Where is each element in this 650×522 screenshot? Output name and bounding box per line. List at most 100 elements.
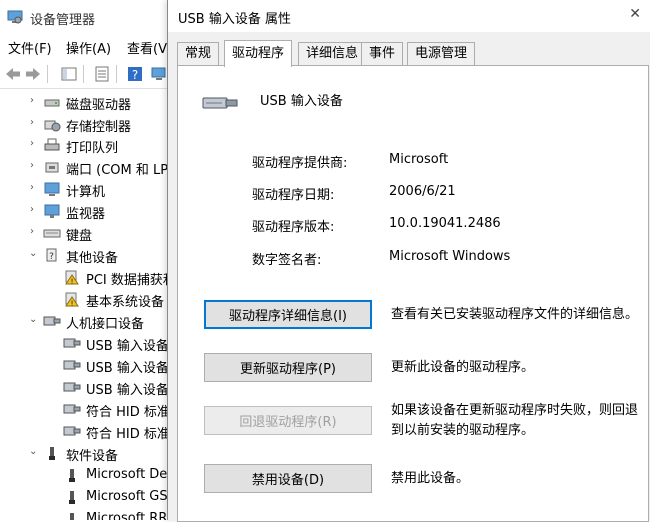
tab-driver[interactable]: 驱动程序 <box>224 40 293 67</box>
unknown-device-icon: ? <box>46 248 57 262</box>
device-manager-window: 设备管理器 文件(F) 操作(A) 查看(V ? › 磁盘驱动器 › 存储控制器… <box>0 0 172 520</box>
expand-chevron-icon[interactable]: › <box>30 138 34 149</box>
tree-node-label: 监视器 <box>66 207 106 222</box>
tree-node-label: 其他设备 <box>66 251 119 266</box>
forward-arrow-icon[interactable] <box>24 65 42 83</box>
menu-file[interactable]: 文件(F) <box>8 38 52 57</box>
device-manager-menubar: 文件(F) 操作(A) 查看(V <box>0 36 172 58</box>
port-icon <box>45 162 59 173</box>
device-manager-title: 设备管理器 <box>30 13 96 28</box>
svg-text:!: ! <box>71 300 74 308</box>
update-driver-description: 更新此设备的驱动程序。 <box>391 360 535 375</box>
tree-node-label: PCI 数据捕获和 <box>86 273 172 288</box>
expand-chevron-icon[interactable]: › <box>30 95 34 106</box>
tab-general[interactable]: 常规 <box>177 42 220 65</box>
toolbar-separator <box>116 65 117 83</box>
expand-chevron-icon[interactable]: › <box>30 204 34 215</box>
disk-icon <box>44 99 60 107</box>
digital-signer-label: 数字签名者: <box>252 253 322 268</box>
tree-node-label: 计算机 <box>66 185 106 200</box>
svg-text:!: ! <box>71 278 74 286</box>
monitor-icon <box>44 204 60 218</box>
warning-device-icon: ! <box>65 292 79 308</box>
tree-node-label: 符合 HID 标准 <box>86 427 170 442</box>
tree-node-label: USB 输入设备 <box>86 383 169 398</box>
driver-details-button[interactable]: 驱动程序详细信息(I) <box>204 300 372 329</box>
tree-node-label: 符合 HID 标准 <box>86 405 170 420</box>
software-device-icon <box>49 447 55 460</box>
usb-hid-device-icon <box>202 97 238 109</box>
tree-node-label: USB 输入设备 <box>86 361 169 376</box>
device-name: USB 输入设备 <box>260 94 343 109</box>
storage-controller-icon <box>44 120 61 132</box>
hid-device-icon <box>63 360 81 370</box>
tab-events[interactable]: 事件 <box>361 42 404 65</box>
driver-date-label: 驱动程序日期: <box>252 188 335 203</box>
collapse-chevron-icon[interactable]: ⌄ <box>29 314 37 325</box>
disable-device-button[interactable]: 禁用设备(D) <box>204 464 372 493</box>
driver-details-description: 查看有关已安装驱动程序文件的详细信息。 <box>391 307 639 322</box>
printer-icon <box>44 138 60 151</box>
hid-device-icon <box>63 338 81 348</box>
back-arrow-icon[interactable] <box>4 65 22 83</box>
tree-node-label: 基本系统设备 <box>86 295 165 310</box>
tree-node-label: USB 输入设备 <box>86 339 169 354</box>
driver-provider-label: 驱动程序提供商: <box>252 156 348 171</box>
tree-node-label: 键盘 <box>66 229 93 244</box>
tree-node-label: Microsoft RR <box>86 511 168 520</box>
dialog-titlebar[interactable]: USB 输入设备 属性 ✕ <box>168 0 650 32</box>
update-driver-button[interactable]: 更新驱动程序(P) <box>204 353 372 382</box>
hid-device-icon <box>63 404 81 414</box>
tab-details[interactable]: 详细信息 <box>298 42 367 65</box>
tree-node-label: 人机接口设备 <box>66 317 145 332</box>
disable-device-description: 禁用此设备。 <box>391 471 470 486</box>
driver-provider-value: Microsoft <box>389 152 449 167</box>
svg-text:?: ? <box>132 68 138 82</box>
driver-version-value: 10.0.19041.2486 <box>389 216 501 231</box>
software-device-icon <box>70 513 74 520</box>
hid-device-icon <box>63 426 81 436</box>
menu-action[interactable]: 操作(A) <box>66 38 111 57</box>
warning-device-icon: ! <box>65 270 79 286</box>
computer-icon <box>44 182 60 196</box>
properties-icon[interactable] <box>93 65 111 83</box>
toolbar-separator <box>47 65 48 83</box>
tree-node-label: 端口 (COM 和 LP <box>66 163 169 178</box>
software-device-icon <box>69 469 75 482</box>
tree-node-label: 磁盘驱动器 <box>66 98 132 113</box>
expand-chevron-icon[interactable]: › <box>30 160 34 171</box>
expand-chevron-icon[interactable]: › <box>30 226 34 237</box>
roll-back-driver-description: 如果该设备在更新驱动程序时失败，则回退到以前安装的驱动程序。 <box>391 403 639 438</box>
expand-chevron-icon[interactable]: › <box>30 117 34 128</box>
digital-signer-value: Microsoft Windows <box>389 249 511 264</box>
dialog-title: USB 输入设备 属性 <box>178 12 291 27</box>
tree-node-label: 打印队列 <box>66 141 119 156</box>
device-manager-titlebar: 设备管理器 <box>0 0 172 34</box>
hid-device-icon <box>63 382 81 392</box>
driver-version-label: 驱动程序版本: <box>252 220 335 235</box>
usb-input-device-properties-dialog: USB 输入设备 属性 ✕ 常规 驱动程序 详细信息 事件 电源管理 USB 输… <box>167 0 650 522</box>
roll-back-driver-button: 回退驱动程序(R) <box>204 406 372 435</box>
menu-view[interactable]: 查看(V <box>127 38 167 57</box>
tree-node-label: 存储控制器 <box>66 120 132 135</box>
device-manager-icon <box>7 10 23 24</box>
close-icon[interactable]: ✕ <box>629 6 641 22</box>
tree-node-label: Microsoft GS <box>86 489 168 504</box>
collapse-chevron-icon[interactable]: ⌄ <box>29 248 37 259</box>
hid-icon <box>43 316 61 326</box>
tree-node-label: 软件设备 <box>66 449 119 464</box>
show-hide-tree-icon[interactable] <box>60 65 78 83</box>
toolbar-separator <box>83 65 84 83</box>
keyboard-icon <box>43 229 61 238</box>
help-icon[interactable]: ? <box>126 65 144 83</box>
device-manager-toolbar: ? <box>0 60 172 89</box>
software-device-icon <box>69 491 75 504</box>
tree-node-label: Microsoft De <box>86 467 168 482</box>
tab-power-management[interactable]: 电源管理 <box>407 42 476 65</box>
scan-hardware-icon[interactable] <box>150 65 168 83</box>
collapse-chevron-icon[interactable]: ⌄ <box>29 446 37 457</box>
svg-text:?: ? <box>49 252 54 262</box>
driver-date-value: 2006/6/21 <box>389 184 456 199</box>
expand-chevron-icon[interactable]: › <box>30 182 34 193</box>
driver-tab-panel: USB 输入设备 驱动程序提供商: Microsoft 驱动程序日期: 2006… <box>177 65 649 522</box>
